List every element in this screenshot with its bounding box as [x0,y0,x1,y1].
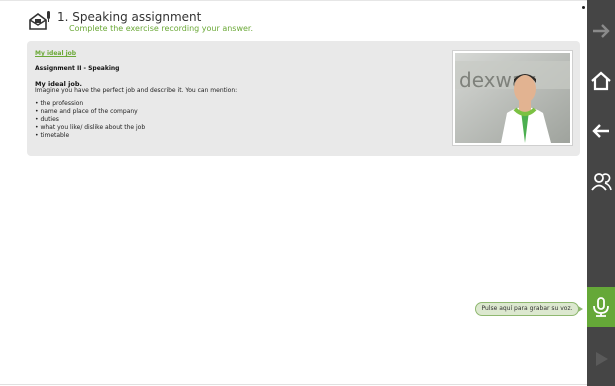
assignment-photo: dexway [452,50,573,146]
back-arrow-icon [592,124,609,138]
users-button[interactable] [587,162,615,200]
list-item: duties [35,116,145,124]
users-icon [591,173,612,191]
list-item: what you like/ dislike about the job [35,124,145,132]
top-divider [0,0,587,4]
ideal-job-link[interactable]: My ideal job [35,50,76,57]
record-voice-hint[interactable]: Pulse aquí para grabar su voz. [475,302,583,316]
assignment-card: My ideal job Assignment II - Speaking My… [27,41,580,156]
status-dot [582,6,585,9]
list-item: name and place of the company [35,108,145,116]
topic-list: the profession name and place of the com… [35,100,145,140]
sidebar [587,0,615,386]
list-item: the profession [35,100,145,108]
assignment-intro: Imagine you have the perfect job and des… [35,87,238,94]
next-arrow-icon [593,24,610,38]
record-button[interactable] [587,287,615,327]
play-button[interactable] [587,340,615,378]
page-subtitle: Complete the exercise recording your ans… [69,24,254,33]
play-icon [596,352,608,366]
home-icon [591,71,611,91]
back-button[interactable] [587,112,615,150]
speaking-assignment-icon [27,10,51,32]
next-button[interactable] [587,12,615,50]
page-title: 1. Speaking assignment [57,10,202,24]
list-item: timetable [35,132,145,140]
exercise-header: 1. Speaking assignment Complete the exer… [27,10,582,36]
assignment-label: Assignment II - Speaking [35,65,120,72]
microphone-icon [593,297,609,317]
home-button[interactable] [587,62,615,100]
bottom-divider [0,384,587,385]
